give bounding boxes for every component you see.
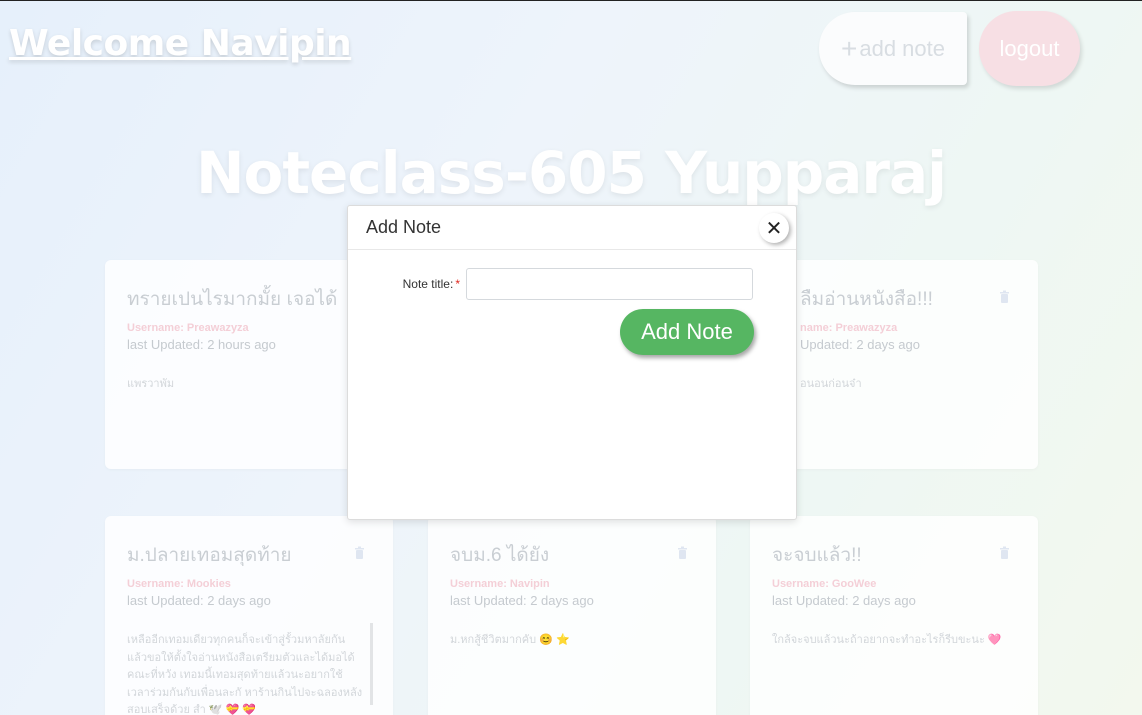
note-title-row: Note title: * [348,268,798,300]
scrollbar[interactable] [370,623,373,705]
add-note-modal: Add Note ✕ Note title: * Add Note [347,205,797,520]
note-username: Username: Preawazyza [127,322,249,334]
note-title-label: Note title: * [403,277,460,291]
add-note-submit-button[interactable]: Add Note [620,309,754,355]
page-title: Noteclass-605 Yupparaj [195,139,947,207]
note-username: Username: GooWee [772,578,877,590]
note-card[interactable]: ม.ปลายเทอมสุดท้าย Username: Mookies last… [105,516,393,715]
note-card[interactable]: จะจบแล้ว!! Username: GooWee last Updated… [750,516,1038,715]
note-body: อนอนก่อนจ๋า [800,378,862,390]
logout-button[interactable]: logout [979,11,1080,86]
note-updated: last Updated: 2 days ago [772,593,916,608]
note-title: ม.ปลายเทอมสุดท้าย [127,545,292,566]
note-title-label-text: Note title: [402,277,454,291]
note-body: เหลืออีกเทอมเดียวทุกคนก็จะเข้าสู่รั้วมหา… [127,634,363,715]
note-title-input[interactable] [466,268,753,300]
required-mark: * [455,277,460,291]
close-button[interactable]: ✕ [759,213,789,243]
welcome-heading: Welcome Navipin [9,23,352,64]
note-title: ทรายเปนไรมากมั้ย เจอได้ [127,289,338,310]
note-title: ลืมอ่านหนังสือ!!! [800,289,933,310]
note-body: แพรวาพัม [127,378,175,390]
modal-title: Add Note [348,206,796,250]
note-username: Username: Mookies [127,578,231,590]
note-updated: Updated: 2 days ago [800,337,920,352]
note-title: จะจบแล้ว!! [772,545,862,566]
note-updated: last Updated: 2 hours ago [127,337,276,352]
trash-icon[interactable] [354,546,365,559]
add-note-button[interactable]: + add note [819,12,967,85]
note-username: name: Preawazyza [800,322,898,334]
note-body: ม.หกสู้ชีวิตมากคับ 😊 ⭐ [450,634,570,646]
note-card[interactable]: จบม.6 ได้ยัง Username: Navipin last Upda… [428,516,716,715]
trash-icon[interactable] [999,546,1010,559]
note-updated: last Updated: 2 days ago [127,593,271,608]
note-title: จบม.6 ได้ยัง [450,545,550,566]
trash-icon[interactable] [999,290,1010,303]
close-icon: ✕ [765,217,783,240]
add-note-label: add note [859,35,945,61]
note-updated: last Updated: 2 days ago [450,593,594,608]
trash-icon[interactable] [677,546,688,559]
note-username: Username: Navipin [450,578,550,590]
plus-icon: + [841,32,858,64]
note-body: ใกล้จะจบแล้วนะถ้าอยากจะทำอะไรก็รีบขะนะ 🩷 [772,634,1002,646]
